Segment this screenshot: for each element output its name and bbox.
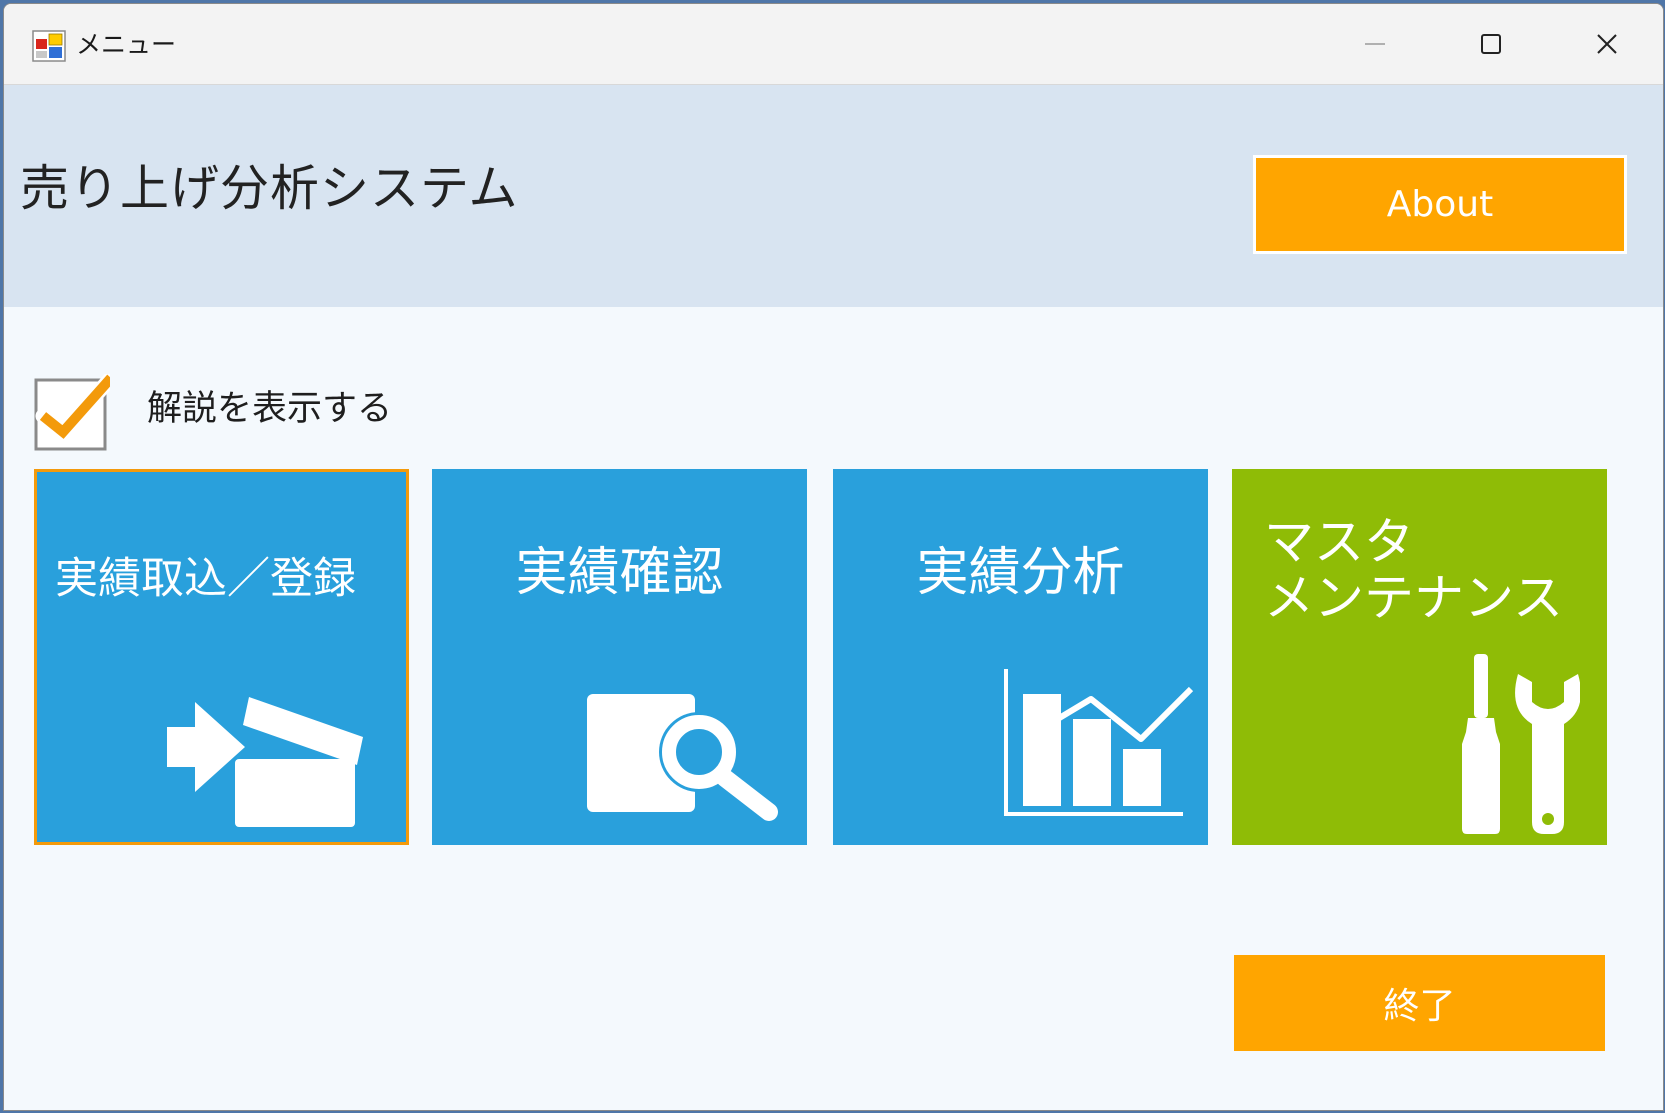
document-search-icon (587, 694, 778, 821)
app-icon (32, 30, 66, 62)
tile-label: マスタ メンテナンス (1264, 513, 1563, 627)
window-title: メニュー (76, 30, 177, 59)
page-title: 売り上げ分析システム (20, 160, 519, 217)
about-button[interactable]: About (1253, 155, 1627, 254)
minimize-button[interactable] (1317, 4, 1433, 84)
tile-analyze-results[interactable]: 実績分析 (833, 469, 1208, 845)
show-explanation-checkbox[interactable] (33, 374, 110, 451)
title-bar[interactable]: メニュー (4, 4, 1663, 85)
tile-master-maintenance[interactable]: マスタ メンテナンス (1232, 469, 1607, 845)
bar-line-chart-icon (1004, 669, 1194, 816)
tile-label: 実績確認 (515, 543, 724, 603)
maximize-icon (1481, 34, 1501, 54)
tile-label: 実績分析 (916, 543, 1125, 603)
tile-import-register[interactable]: 実績取込／登録 (34, 469, 409, 845)
close-button[interactable] (1549, 4, 1663, 84)
menu-window: メニュー 売り上げ分析システム About 解説を表示する 実績取込／登録 実績… (3, 3, 1664, 1111)
exit-button[interactable]: 終了 (1234, 955, 1605, 1051)
minimize-icon (1365, 43, 1385, 45)
import-box-icon (167, 697, 363, 827)
tile-confirm-results[interactable]: 実績確認 (432, 469, 807, 845)
tools-icon (1462, 654, 1580, 834)
tile-label: 実績取込／登録 (55, 554, 356, 604)
close-icon (1597, 34, 1617, 54)
maximize-button[interactable] (1433, 4, 1549, 84)
show-explanation-label: 解説を表示する (147, 389, 393, 429)
